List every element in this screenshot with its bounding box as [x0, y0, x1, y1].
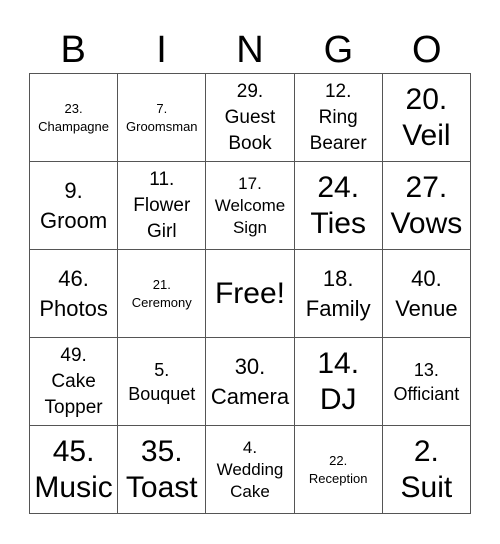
header-letter-n: N: [236, 29, 264, 71]
cell-label: 49. Cake Topper: [44, 344, 103, 418]
cell-label: 35. Toast: [125, 434, 198, 504]
cell-label: 20. Veil: [402, 82, 451, 152]
cell-label: 7. Groomsman: [126, 100, 198, 134]
cell-label: 40. Venue: [395, 265, 458, 321]
header-letter-i: I: [156, 29, 167, 71]
bingo-cell[interactable]: 24. Ties: [294, 162, 383, 250]
cell-label: 24. Ties: [310, 170, 366, 240]
cell-label: 46. Photos: [39, 265, 108, 321]
bingo-cell[interactable]: 21. Ceremony: [118, 250, 207, 338]
cell-label: 29. Guest Book: [224, 80, 276, 154]
cell-label: 12. Ring Bearer: [309, 80, 367, 154]
bingo-header: B I N G O: [29, 28, 471, 72]
bingo-cell[interactable]: 12. Ring Bearer: [294, 74, 383, 162]
bingo-cell[interactable]: 4. Wedding Cake: [206, 426, 295, 514]
bingo-cell[interactable]: 5. Bouquet: [118, 338, 207, 426]
bingo-cell[interactable]: 7. Groomsman: [118, 74, 207, 162]
cell-label: 27. Vows: [390, 170, 463, 240]
cell-label: 17. Welcome Sign: [214, 173, 286, 237]
bingo-cell[interactable]: 40. Venue: [382, 250, 471, 338]
bingo-grid: 23. Champagne 7. Groomsman 29. Guest Book 1…: [29, 73, 471, 514]
cell-label: 21. Ceremony: [131, 276, 192, 310]
bingo-cell[interactable]: 2. Suit: [382, 426, 471, 514]
cell-label: 23. Champagne: [38, 100, 109, 134]
bingo-cell[interactable]: 11. Flower Girl: [118, 162, 207, 250]
cell-label: 22. Reception: [308, 452, 368, 486]
free-space-cell[interactable]: Free!: [206, 250, 295, 338]
bingo-cell[interactable]: 22. Reception: [294, 426, 383, 514]
cell-label: 18. Family: [305, 265, 371, 321]
bingo-cell[interactable]: 18. Family: [294, 250, 383, 338]
bingo-cell[interactable]: 9. Groom: [30, 162, 119, 250]
cell-label: 14. DJ: [317, 346, 360, 416]
cell-label: 45. Music: [34, 434, 113, 504]
bingo-cell[interactable]: 27. Vows: [382, 162, 471, 250]
bingo-cell[interactable]: 29. Guest Book: [206, 74, 295, 162]
bingo-cell[interactable]: 46. Photos: [30, 250, 119, 338]
bingo-cell[interactable]: 45. Music: [30, 426, 119, 514]
bingo-cell[interactable]: 30. Camera: [206, 338, 295, 426]
cell-label: 2. Suit: [400, 434, 453, 504]
cell-label: 11. Flower Girl: [133, 168, 191, 242]
cell-label: 5. Bouquet: [128, 359, 196, 404]
bingo-cell[interactable]: 20. Veil: [382, 74, 471, 162]
cell-label: 30. Camera: [210, 353, 290, 409]
bingo-cell[interactable]: 49. Cake Topper: [30, 338, 119, 426]
bingo-cell[interactable]: 17. Welcome Sign: [206, 162, 295, 250]
cell-label: 13. Officiant: [393, 359, 460, 404]
header-letter-o: O: [411, 29, 442, 71]
header-letter-b: B: [60, 29, 86, 71]
cell-label: 4. Wedding Cake: [216, 437, 284, 501]
bingo-cell[interactable]: 23. Champagne: [30, 74, 119, 162]
bingo-cell[interactable]: 14. DJ: [294, 338, 383, 426]
cell-label: 9. Groom: [39, 177, 108, 233]
header-letter-g: G: [323, 29, 354, 71]
cell-label: Free!: [214, 276, 285, 310]
bingo-cell[interactable]: 13. Officiant: [382, 338, 471, 426]
bingo-cell[interactable]: 35. Toast: [118, 426, 207, 514]
